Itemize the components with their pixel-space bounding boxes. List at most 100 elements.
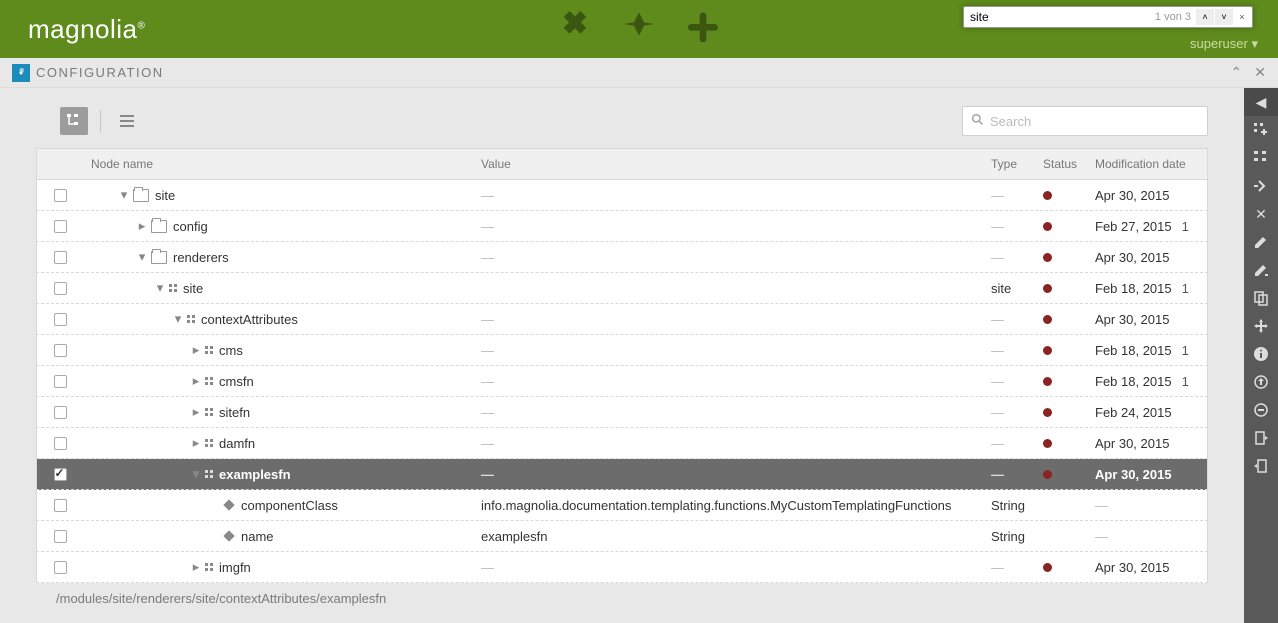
- list-view-button[interactable]: [113, 107, 141, 135]
- filter-input[interactable]: [990, 114, 1199, 129]
- cell-status: [1043, 219, 1095, 234]
- publish-button[interactable]: [1244, 368, 1278, 396]
- row-checkbox[interactable]: [54, 344, 67, 357]
- cell-status: [1043, 405, 1095, 420]
- table-row[interactable]: ▸imgfn——Apr 30, 2015: [36, 552, 1208, 583]
- cell-status: [1043, 312, 1095, 327]
- table-row[interactable]: ▸cms——Feb 18, 20151: [36, 335, 1208, 366]
- find-prev-button[interactable]: ˄: [1196, 9, 1214, 25]
- table-row[interactable]: nameexamplesfnString—: [36, 521, 1208, 552]
- expand-toggle[interactable]: ▸: [191, 342, 201, 358]
- import-button[interactable]: [1244, 452, 1278, 480]
- expand-toggle[interactable]: ▸: [137, 218, 147, 234]
- cell-type: String: [991, 498, 1043, 513]
- expand-toggle[interactable]: ▸: [191, 435, 201, 451]
- tree-view-button[interactable]: [60, 107, 88, 135]
- rename-button[interactable]: [1244, 256, 1278, 284]
- expand-toggle[interactable]: ▸: [191, 404, 201, 420]
- table-row[interactable]: ▾examplesfn——Apr 30, 2015: [36, 459, 1208, 490]
- export-button[interactable]: [1244, 424, 1278, 452]
- row-checkbox[interactable]: [54, 375, 67, 388]
- row-checkbox[interactable]: [54, 189, 67, 202]
- chevron-down-icon: ▾: [1251, 36, 1258, 51]
- user-menu[interactable]: superuser ▾: [1190, 36, 1258, 52]
- cell-type: —: [991, 560, 1043, 575]
- find-close-button[interactable]: ×: [1234, 9, 1250, 25]
- row-checkbox[interactable]: [54, 499, 67, 512]
- unpublish-button[interactable]: [1244, 396, 1278, 424]
- duplicate-button[interactable]: [1244, 284, 1278, 312]
- col-type[interactable]: Type: [991, 157, 1043, 171]
- row-checkbox[interactable]: [54, 406, 67, 419]
- filter-box[interactable]: [962, 106, 1208, 136]
- row-checkbox[interactable]: [54, 468, 67, 481]
- pulse-icon[interactable]: [619, 9, 659, 49]
- expand-toggle[interactable]: ▾: [191, 466, 201, 482]
- table-row[interactable]: componentClassinfo.magnolia.documentatio…: [36, 490, 1208, 521]
- cell-type: —: [991, 467, 1043, 482]
- add-property-button[interactable]: [1244, 172, 1278, 200]
- table-row[interactable]: ▾sitesiteFeb 18, 20151: [36, 273, 1208, 304]
- table-row[interactable]: ▾site——Apr 30, 2015: [36, 180, 1208, 211]
- find-input[interactable]: [966, 10, 1151, 24]
- row-checkbox[interactable]: [54, 561, 67, 574]
- node-name: name: [241, 529, 274, 544]
- status-dot-icon: [1043, 346, 1052, 355]
- expand-toggle[interactable]: ▾: [119, 187, 129, 203]
- find-next-button[interactable]: ˅: [1215, 9, 1233, 25]
- row-checkbox[interactable]: [54, 251, 67, 264]
- collapse-icon[interactable]: ⌃: [1231, 64, 1243, 81]
- expand-toggle[interactable]: ▾: [137, 249, 147, 265]
- actionbar-toggle[interactable]: ◀: [1244, 88, 1278, 116]
- col-value[interactable]: Value: [481, 157, 991, 171]
- table-row[interactable]: ▸sitefn——Feb 24, 2015: [36, 397, 1208, 428]
- row-checkbox[interactable]: [54, 282, 67, 295]
- app-title: CONFIGURATION: [36, 65, 164, 80]
- col-status[interactable]: Status: [1043, 157, 1095, 171]
- cell-status: [1043, 436, 1095, 451]
- row-checkbox[interactable]: [54, 437, 67, 450]
- favorites-icon[interactable]: [683, 9, 723, 49]
- col-modified[interactable]: Modification date: [1095, 157, 1207, 171]
- cell-value: —: [481, 374, 991, 389]
- expand-toggle[interactable]: ▸: [191, 559, 201, 575]
- table-row[interactable]: ▸damfn——Apr 30, 2015: [36, 428, 1208, 459]
- node-name: cmsfn: [219, 374, 254, 389]
- col-name[interactable]: Node name: [83, 157, 481, 171]
- move-button[interactable]: [1244, 312, 1278, 340]
- cell-value: —: [481, 312, 991, 327]
- node-name: cms: [219, 343, 243, 358]
- expand-toggle[interactable]: ▸: [191, 373, 201, 389]
- node-name: sitefn: [219, 405, 250, 420]
- add-node-button[interactable]: [1244, 116, 1278, 144]
- cell-value: —: [481, 219, 991, 234]
- apps-icon[interactable]: [555, 9, 595, 49]
- node-name: contextAttributes: [201, 312, 298, 327]
- cell-value: —: [481, 250, 991, 265]
- cell-type: —: [991, 374, 1043, 389]
- table-row[interactable]: ▸cmsfn——Feb 18, 20151: [36, 366, 1208, 397]
- info-button[interactable]: [1244, 340, 1278, 368]
- cell-modified: Apr 30, 2015: [1095, 312, 1207, 327]
- table-row[interactable]: ▸config——Feb 27, 20151: [36, 211, 1208, 242]
- expand-toggle[interactable]: ▾: [155, 280, 165, 296]
- close-icon[interactable]: ✕: [1254, 64, 1266, 81]
- row-checkbox[interactable]: [54, 530, 67, 543]
- folder-icon: [151, 220, 167, 233]
- cell-status: [1043, 467, 1095, 482]
- folder-icon: [151, 251, 167, 264]
- row-checkbox[interactable]: [54, 220, 67, 233]
- node-name: imgfn: [219, 560, 251, 575]
- cell-type: —: [991, 219, 1043, 234]
- table-row[interactable]: ▾renderers——Apr 30, 2015: [36, 242, 1208, 273]
- find-count: 1 von 3: [1151, 11, 1195, 23]
- separator: [100, 110, 101, 132]
- add-folder-button[interactable]: [1244, 144, 1278, 172]
- cell-modified: Apr 30, 2015: [1095, 436, 1207, 451]
- brand-logo[interactable]: magnolia®: [28, 14, 145, 45]
- expand-toggle[interactable]: ▾: [173, 311, 183, 327]
- table-row[interactable]: ▾contextAttributes——Apr 30, 2015: [36, 304, 1208, 335]
- delete-button[interactable]: ✕: [1244, 200, 1278, 228]
- row-checkbox[interactable]: [54, 313, 67, 326]
- edit-button[interactable]: [1244, 228, 1278, 256]
